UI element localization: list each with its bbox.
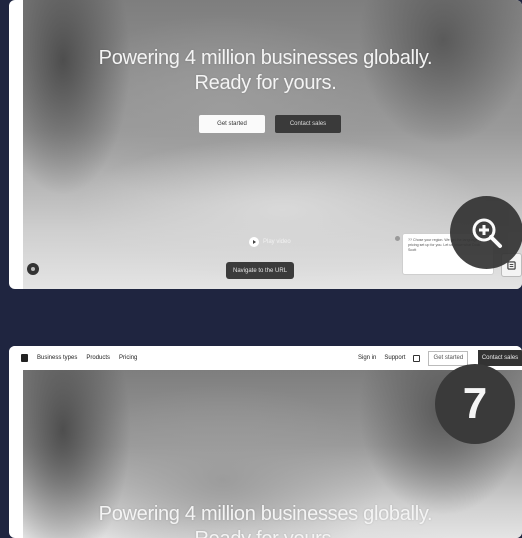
nav-item-pricing[interactable]: Pricing — [119, 355, 137, 361]
cookie-settings-icon[interactable] — [27, 263, 39, 275]
screenshot-card-1: Powering 4 million businesses globally. … — [9, 0, 522, 289]
notification-indicator-icon — [395, 236, 400, 241]
navigate-tooltip: Navigate to the URL — [226, 262, 295, 279]
play-video-button[interactable]: Play video — [249, 237, 291, 247]
support-link[interactable]: Support — [384, 355, 405, 361]
cart-icon[interactable] — [413, 354, 421, 362]
hero-headline-line1: Powering 4 million businesses globally. — [98, 47, 433, 69]
nav-item-business-types[interactable]: Business types — [37, 355, 77, 361]
nav-item-products[interactable]: Products — [86, 355, 110, 361]
hero-headline-line1: Powering 4 million businesses globally. — [98, 503, 433, 525]
nav-contact-sales-button[interactable]: Contact sales — [478, 350, 522, 366]
logo-icon[interactable] — [21, 354, 28, 362]
sign-in-link[interactable]: Sign in — [358, 355, 376, 361]
top-navigation: Business types Products Pricing Sign in … — [9, 346, 522, 370]
nav-get-started-button[interactable]: Get started — [428, 350, 469, 366]
screenshot-card-2: Business types Products Pricing Sign in … — [9, 346, 522, 538]
play-video-label: Play video — [263, 239, 291, 245]
hero-headline-line2: Ready for yours. — [194, 72, 337, 94]
step-number-badge: 7 — [435, 364, 515, 444]
get-started-button[interactable]: Get started — [199, 115, 265, 133]
zoom-in-icon — [450, 196, 522, 269]
contact-sales-button[interactable]: Contact sales — [275, 115, 341, 133]
play-icon — [249, 237, 259, 247]
hero-headline-line2: Ready for yours. — [9, 527, 522, 538]
chat-icon — [507, 260, 516, 270]
